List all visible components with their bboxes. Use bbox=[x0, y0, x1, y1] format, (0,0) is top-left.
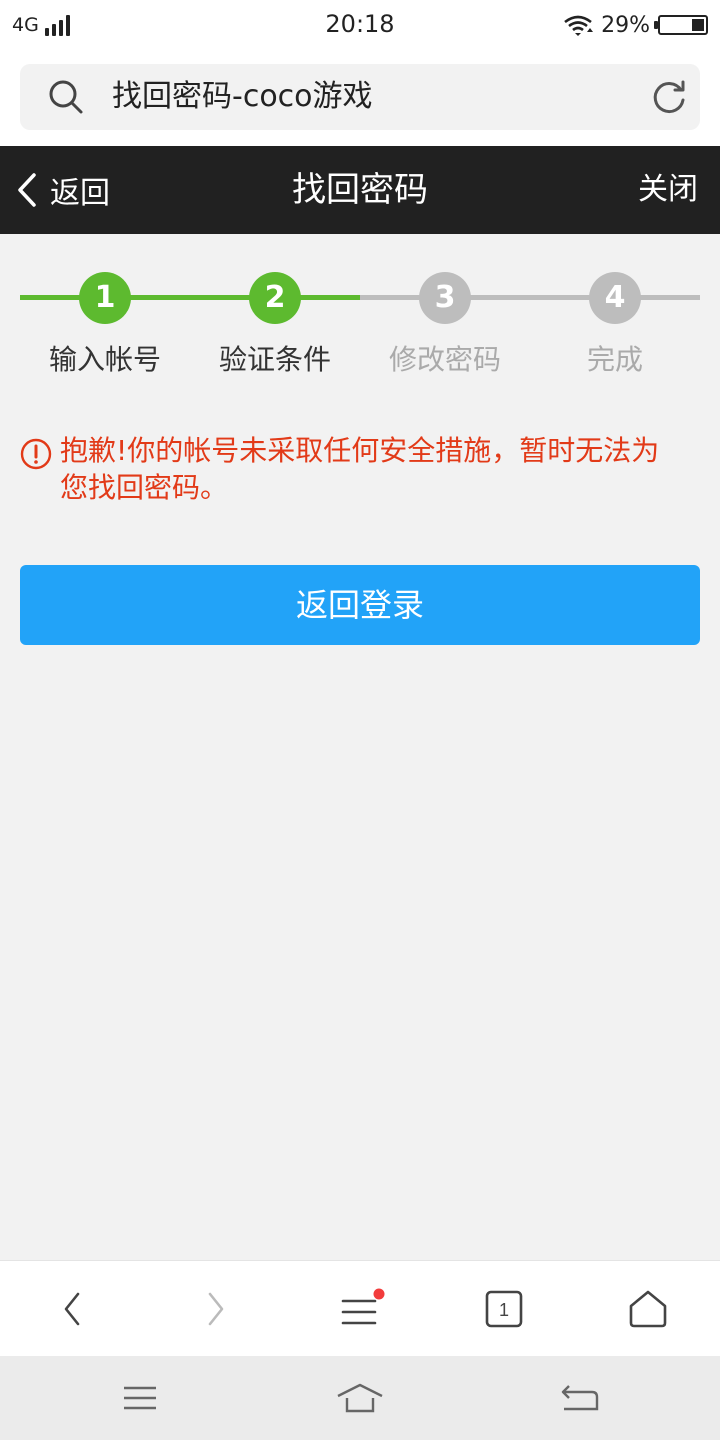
browser-menu-button[interactable] bbox=[288, 1261, 432, 1357]
step-progress: 1 输入帐号 2 验证条件 3 修改密码 4 完成 bbox=[20, 272, 700, 382]
step-label: 修改密码 bbox=[388, 343, 501, 376]
menu-icon bbox=[341, 1288, 385, 1325]
battery-fill bbox=[692, 19, 704, 31]
system-navigation-bar bbox=[0, 1356, 720, 1440]
page-header: 返回 找回密码 关闭 bbox=[0, 146, 720, 234]
home-icon bbox=[337, 1383, 383, 1413]
back-arrow-icon bbox=[64, 1292, 80, 1326]
browser-home-button[interactable] bbox=[576, 1261, 720, 1357]
wifi-icon bbox=[564, 15, 594, 36]
step-label: 完成 bbox=[586, 343, 643, 376]
step-2: 2 验证条件 bbox=[190, 272, 360, 378]
tab-count: 1 bbox=[499, 1300, 509, 1320]
step-number: 4 bbox=[589, 272, 641, 324]
step-label: 验证条件 bbox=[218, 343, 331, 376]
page-title: 找回密码 bbox=[292, 170, 428, 210]
step-label: 输入帐号 bbox=[48, 343, 161, 376]
step-number: 1 bbox=[79, 272, 131, 324]
browser-forward-button[interactable] bbox=[144, 1261, 288, 1357]
status-right: 29% bbox=[563, 10, 708, 40]
browser-back-button[interactable] bbox=[0, 1261, 144, 1357]
warning-icon bbox=[20, 438, 52, 470]
error-text: 抱歉!你的帐号未采取任何安全措施，暂时无法为您找回密码。 bbox=[60, 434, 660, 504]
battery-percent: 29% bbox=[601, 12, 650, 38]
home-icon bbox=[629, 1290, 667, 1328]
address-bar[interactable]: 找回密码-coco游戏 bbox=[20, 64, 700, 130]
step-number: 3 bbox=[419, 272, 471, 324]
battery-icon bbox=[654, 15, 708, 35]
refresh-icon[interactable] bbox=[650, 78, 688, 116]
recent-apps-icon bbox=[124, 1386, 156, 1410]
address-bar-container: 找回密码-coco游戏 bbox=[0, 50, 720, 146]
back-icon bbox=[561, 1385, 599, 1411]
system-home-button[interactable] bbox=[300, 1356, 420, 1440]
step-4: 4 完成 bbox=[530, 272, 700, 378]
step-number: 2 bbox=[249, 272, 301, 324]
back-to-login-button[interactable]: 返回登录 bbox=[20, 565, 700, 645]
tabs-icon: 1 bbox=[485, 1290, 523, 1328]
step-3: 3 修改密码 bbox=[360, 272, 530, 378]
search-icon bbox=[49, 80, 83, 114]
browser-tabs-button[interactable]: 1 bbox=[432, 1261, 576, 1357]
close-button[interactable]: 关闭 bbox=[638, 146, 698, 234]
status-bar: 4G 20:18 29% bbox=[0, 0, 720, 50]
step-1: 1 输入帐号 bbox=[20, 272, 190, 378]
system-back-button[interactable] bbox=[520, 1356, 640, 1440]
address-text[interactable]: 找回密码-coco游戏 bbox=[112, 64, 373, 130]
recent-apps-button[interactable] bbox=[80, 1356, 200, 1440]
error-message: 抱歉!你的帐号未采取任何安全措施，暂时无法为您找回密码。 bbox=[20, 432, 680, 506]
browser-toolbar: 1 bbox=[0, 1260, 720, 1356]
forward-arrow-icon bbox=[208, 1292, 224, 1326]
notification-dot bbox=[373, 1288, 385, 1300]
